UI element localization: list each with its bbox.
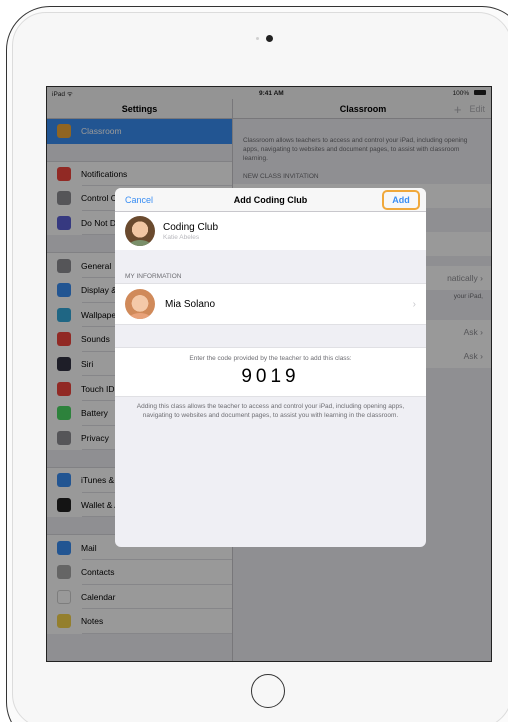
student-avatar xyxy=(125,289,155,319)
class-code-field[interactable]: 9019 xyxy=(115,366,426,388)
front-camera xyxy=(266,35,273,42)
cancel-button[interactable]: Cancel xyxy=(125,195,153,205)
teacher-avatar xyxy=(125,216,155,246)
ipad-screen: iPad ᯤ 9:41 AM 100% Settings Classroom No… xyxy=(46,86,492,662)
add-button[interactable]: Add xyxy=(382,190,420,210)
sheet-title: Add Coding Club xyxy=(233,194,308,205)
sensor-dot xyxy=(256,37,259,40)
student-name: Mia Solano xyxy=(165,298,216,310)
class-info-row: Coding Club Katie Abeles xyxy=(115,212,426,250)
teacher-name: Katie Abeles xyxy=(163,233,200,241)
my-information-row[interactable]: Mia Solano › xyxy=(115,283,426,325)
chevron-right-icon: › xyxy=(412,298,416,310)
my-information-header: MY INFORMATION xyxy=(115,266,426,283)
class-disclaimer: Adding this class allows the teacher to … xyxy=(136,403,405,419)
class-name: Coding Club xyxy=(163,221,219,233)
code-prompt: Enter the code provided by the teacher t… xyxy=(189,355,352,362)
add-class-sheet: Cancel Add Coding Club Add Coding Club K… xyxy=(115,188,426,547)
home-button[interactable] xyxy=(251,674,285,708)
class-code-box: Enter the code provided by the teacher t… xyxy=(115,347,426,397)
sheet-nav-bar: Cancel Add Coding Club Add xyxy=(115,188,426,212)
section-gap xyxy=(115,250,426,266)
